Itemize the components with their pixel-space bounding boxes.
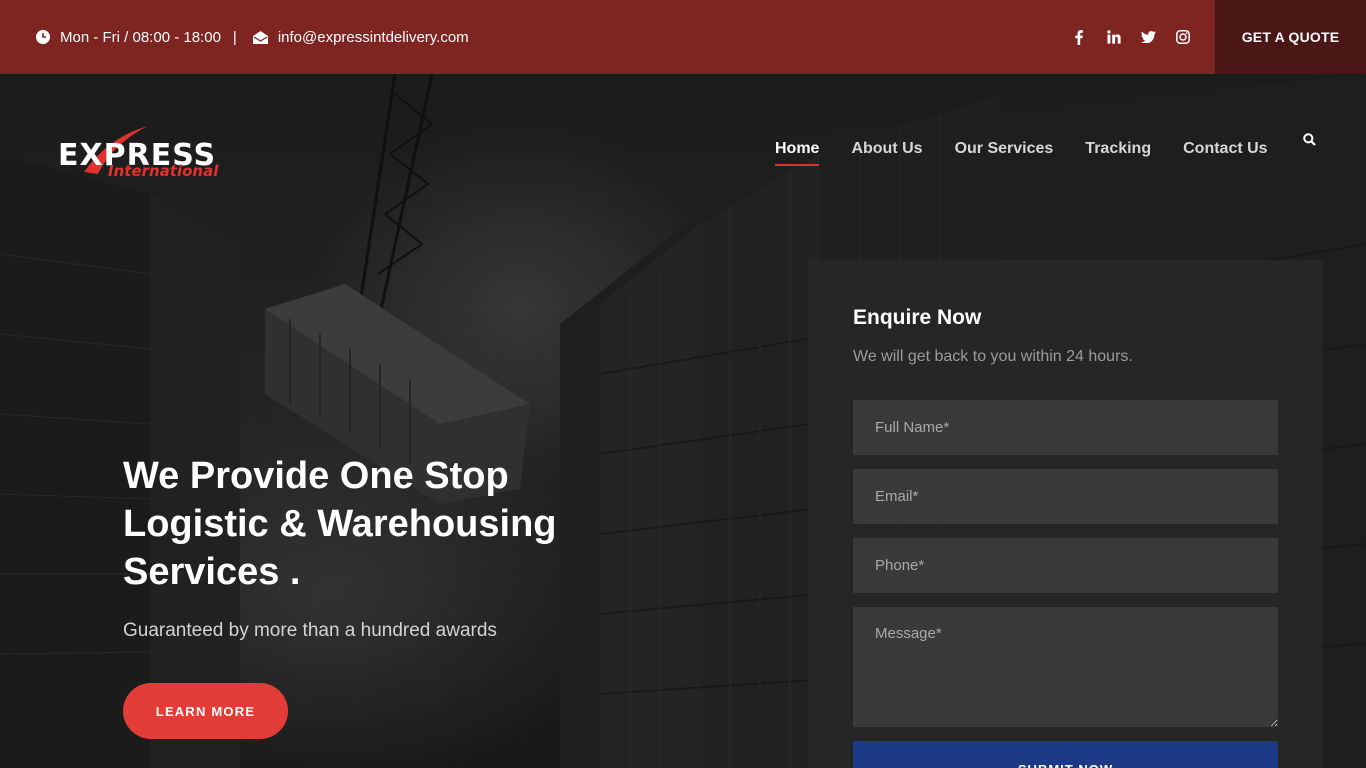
full-name-input[interactable] [853,400,1278,455]
social-links [1068,0,1206,74]
contact-info: Mon - Fri / 08:00 - 18:00 | info@express… [36,0,469,74]
facebook-icon[interactable] [1068,26,1090,48]
envelope-open-icon [252,31,268,44]
hours-info: Mon - Fri / 08:00 - 18:00 [36,29,221,46]
instagram-icon[interactable] [1172,26,1194,48]
email-link[interactable]: info@expressintdelivery.com [278,29,469,46]
hours-text: Mon - Fri / 08:00 - 18:00 [60,28,221,46]
twitter-icon[interactable] [1137,26,1159,48]
nav-home[interactable]: Home [775,140,820,166]
submit-button[interactable]: SUBMIT NOW [853,741,1278,768]
clock-icon [36,30,50,44]
logo-sub: International [108,162,219,180]
email-info[interactable]: info@expressintdelivery.com [252,29,469,46]
message-input[interactable] [853,607,1278,727]
enquiry-form: Enquire Now We will get back to you with… [808,260,1323,768]
get-a-quote-button[interactable]: GET A QUOTE [1215,0,1366,74]
hero-section: EXPRESS International Home About Us Our … [0,74,1366,768]
email-input[interactable] [853,469,1278,524]
form-description: We will get back to you within 24 hours. [853,348,1133,365]
separator: | [232,28,237,46]
linkedin-icon[interactable] [1103,26,1125,48]
nav-about-us[interactable]: About Us [851,140,922,158]
search-icon[interactable] [1303,133,1316,146]
nav-contact-us[interactable]: Contact Us [1183,140,1267,158]
hero-subline: Guaranteed by more than a hundred awards [123,620,497,641]
nav-tracking[interactable]: Tracking [1085,140,1151,158]
nav-our-services[interactable]: Our Services [955,140,1054,158]
form-title: Enquire Now [853,306,982,329]
top-bar: Mon - Fri / 08:00 - 18:00 | info@express… [0,0,1366,74]
learn-more-button[interactable]: LEARN MORE [123,683,288,739]
hero-headline: We Provide One Stop Logistic & Warehousi… [123,455,557,593]
phone-input[interactable] [853,538,1278,593]
main-nav: Home About Us Our Services Tracking Cont… [775,134,1300,166]
express-logo[interactable]: EXPRESS International [58,126,218,184]
